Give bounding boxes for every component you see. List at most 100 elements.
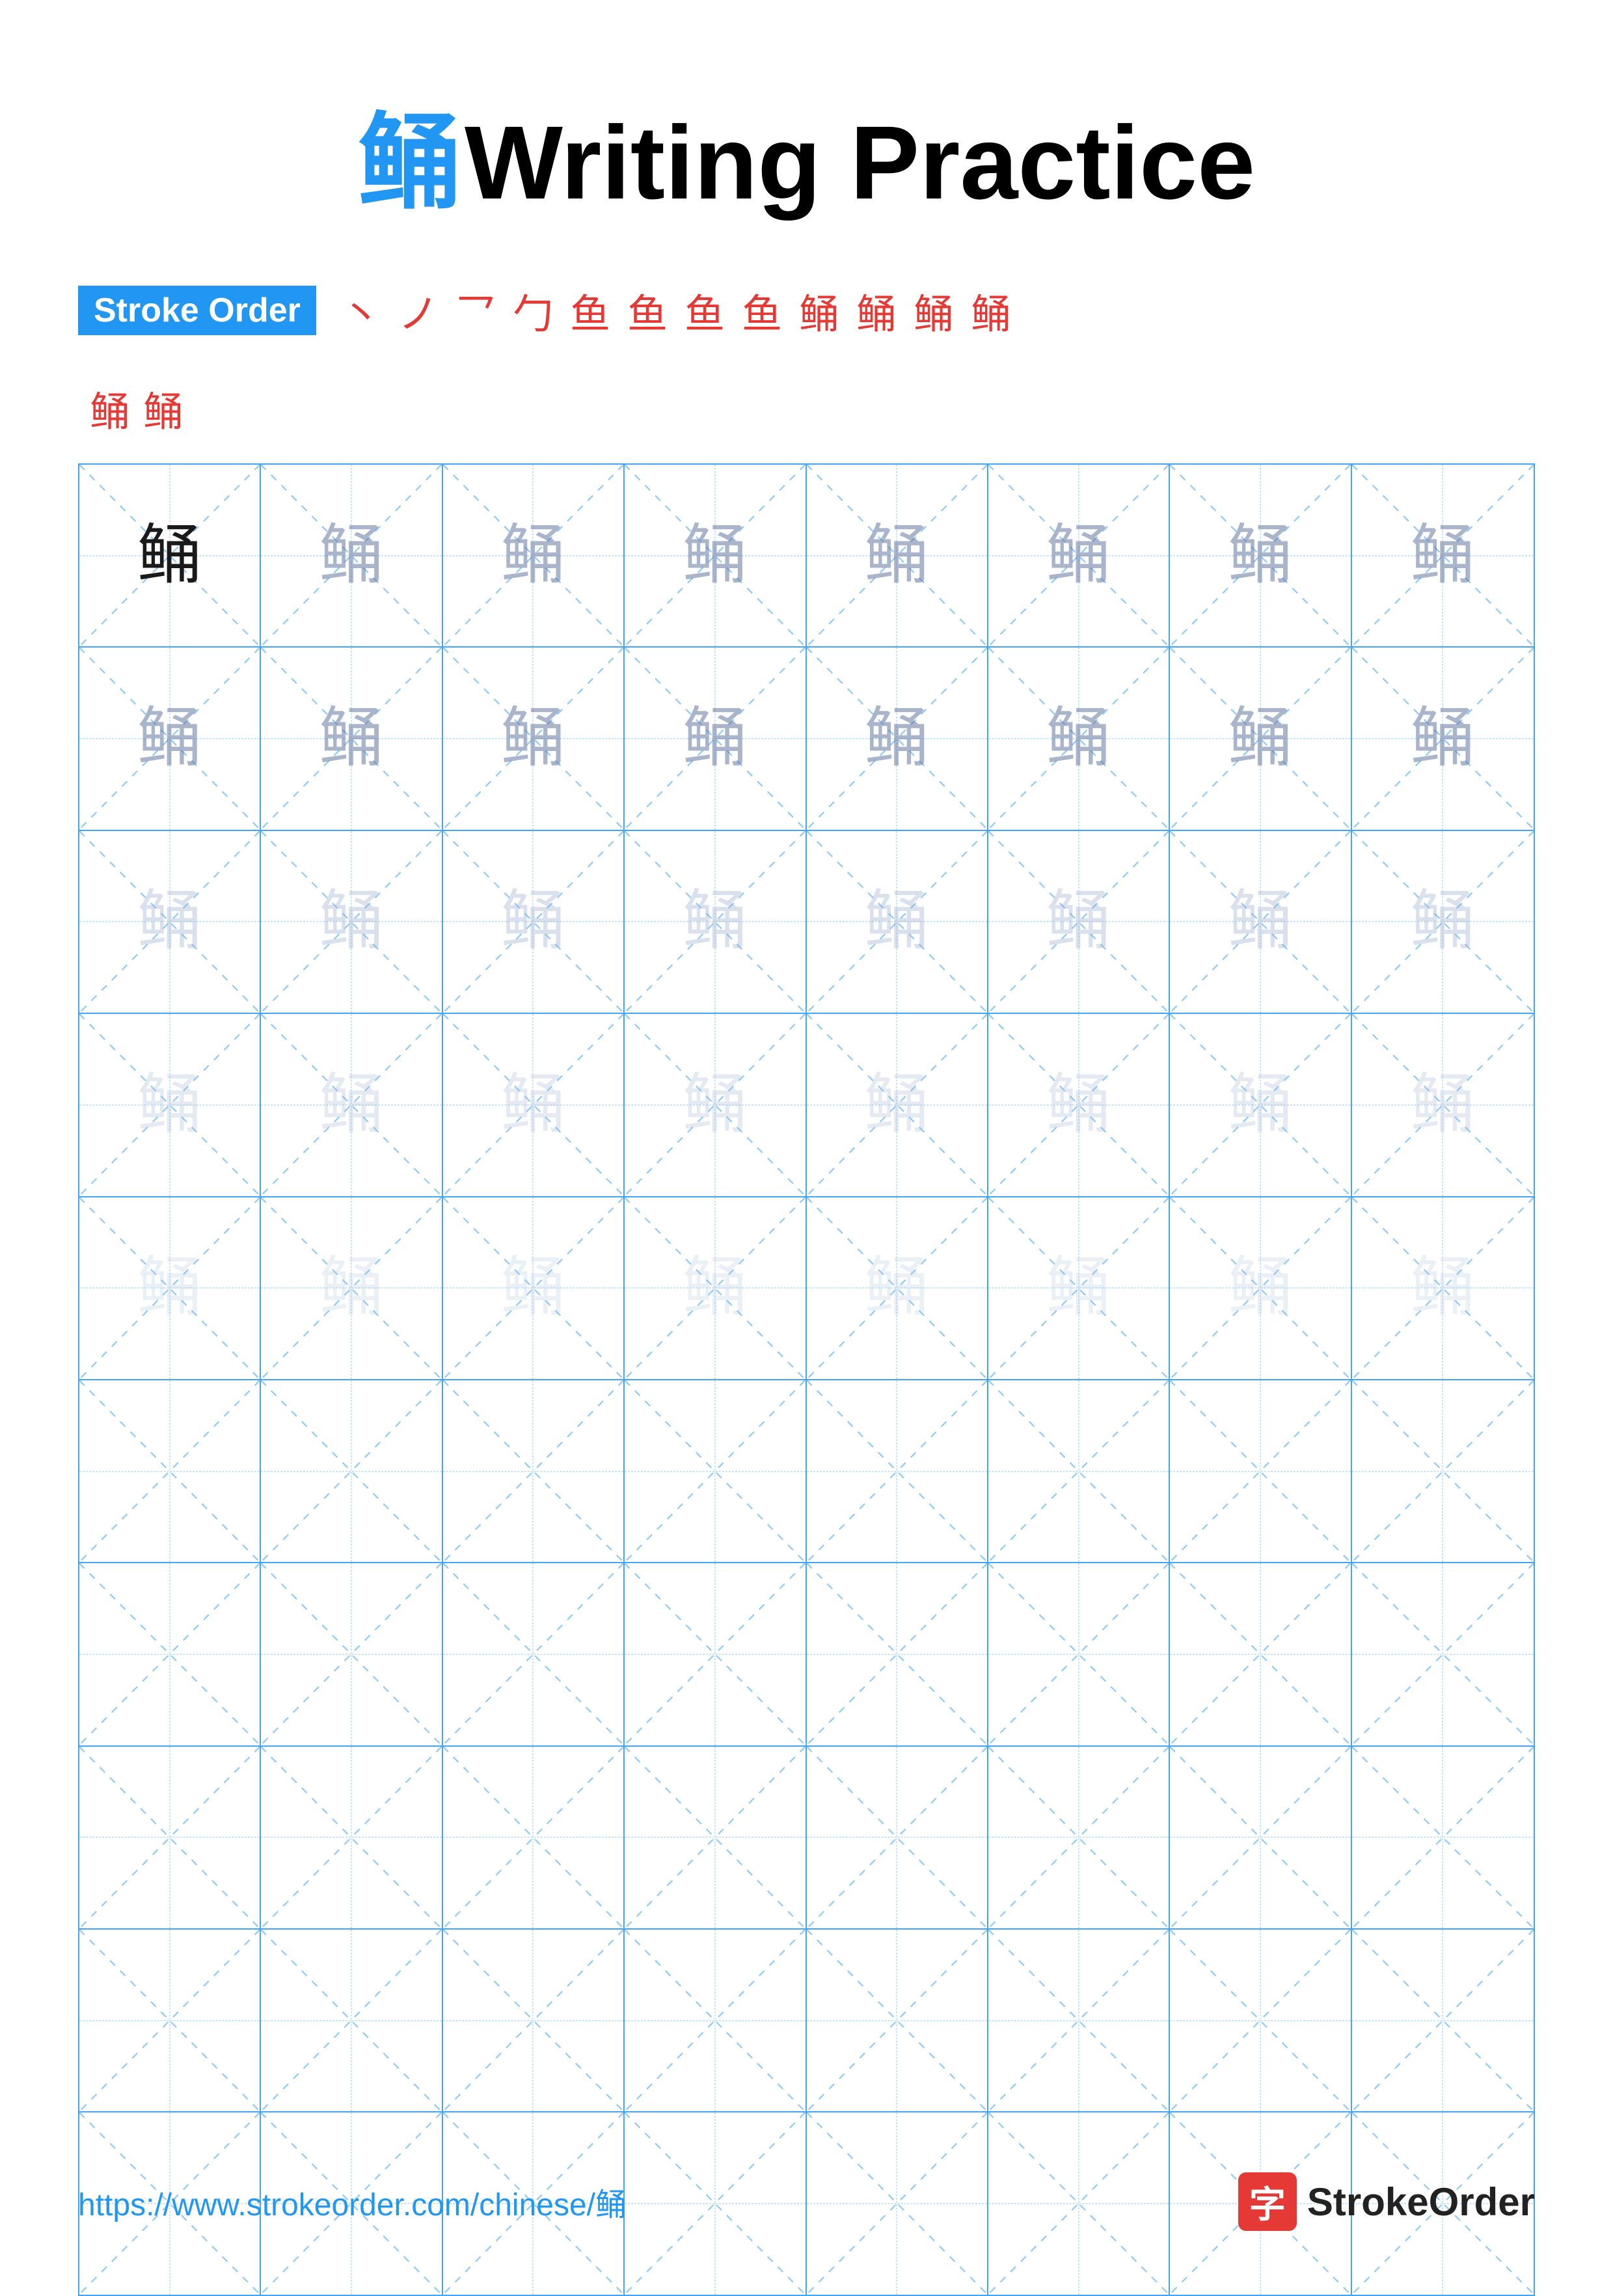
- practice-char-medium: 鲬: [1228, 523, 1293, 588]
- stroke-char-11: 鲬: [914, 281, 954, 340]
- practice-char-medium: 鲬: [683, 706, 748, 771]
- grid-cell-8-2: [261, 1747, 442, 1928]
- grid-cell-8-1: [79, 1747, 261, 1928]
- cell-diagonal-7-5: [807, 1563, 987, 1745]
- stroke-char-4: 勹: [513, 281, 553, 340]
- cell-diagonal-6-1: [79, 1380, 260, 1562]
- grid-cell-8-7: [1170, 1747, 1351, 1928]
- stroke-char-10: 鲬: [856, 281, 897, 340]
- cell-diagonal-6-6: [988, 1380, 1169, 1562]
- practice-char-medium: 鲬: [137, 706, 202, 771]
- grid-row-4: 鲬 鲬 鲬: [79, 1014, 1534, 1197]
- grid-cell-6-6: [988, 1380, 1170, 1562]
- grid-row-6: [79, 1380, 1534, 1563]
- footer-logo: 字 StrokeOrder: [1238, 2172, 1535, 2231]
- grid-cell-1-4: 鲬: [625, 465, 806, 646]
- cell-diagonal-7-8: [1352, 1563, 1534, 1745]
- practice-char-medium: 鲬: [1046, 706, 1111, 771]
- grid-cell-5-2: 鲬: [261, 1197, 442, 1379]
- grid-cell-4-2: 鲬: [261, 1014, 442, 1196]
- grid-cell-6-7: [1170, 1380, 1351, 1562]
- grid-cell-2-2: 鲬: [261, 648, 442, 829]
- practice-char-lighter: 鲬: [1046, 1073, 1111, 1138]
- practice-char-medium: 鲬: [1228, 706, 1293, 771]
- grid-cell-6-2: [261, 1380, 442, 1562]
- grid-cell-7-7: [1170, 1563, 1351, 1745]
- grid-row-7: [79, 1563, 1534, 1746]
- grid-cell-3-7: 鲬: [1170, 831, 1351, 1013]
- grid-cell-4-5: 鲬: [807, 1014, 988, 1196]
- cell-diagonal-9-1: [79, 1930, 260, 2111]
- footer-logo-text: StrokeOrder: [1307, 2180, 1535, 2224]
- grid-cell-2-1: 鲬: [79, 648, 261, 829]
- stroke-char-9: 鲬: [799, 281, 839, 340]
- stroke-char-7: 鱼: [685, 281, 725, 340]
- cell-diagonal-6-8: [1352, 1380, 1534, 1562]
- grid-cell-3-2: 鲬: [261, 831, 442, 1013]
- grid-cell-6-1: [79, 1380, 261, 1562]
- stroke-order-label: Stroke Order: [78, 286, 316, 335]
- grid-cell-5-1: 鲬: [79, 1197, 261, 1379]
- grid-cell-7-2: [261, 1563, 442, 1745]
- cell-diagonal-8-1: [79, 1747, 260, 1928]
- grid-cell-2-3: 鲬: [443, 648, 625, 829]
- grid-cell-3-1: 鲬: [79, 831, 261, 1013]
- grid-cell-1-2: 鲬: [261, 465, 442, 646]
- grid-cell-4-7: 鲬: [1170, 1014, 1351, 1196]
- practice-char-light: 鲬: [137, 889, 202, 954]
- cell-diagonal-7-4: [625, 1563, 805, 1745]
- practice-char-light: 鲬: [864, 889, 929, 954]
- grid-cell-6-3: [443, 1380, 625, 1562]
- grid-cell-1-3: 鲬: [443, 465, 625, 646]
- stroke-char-6: 鱼: [627, 281, 668, 340]
- practice-char-faint: 鲬: [1228, 1255, 1293, 1320]
- practice-char-lighter: 鲬: [1410, 1073, 1475, 1138]
- title-english: Writing Practice: [465, 104, 1255, 221]
- footer-logo-char: 字: [1249, 2176, 1286, 2228]
- stroke-char-12: 鲬: [971, 281, 1011, 340]
- practice-char-faint: 鲬: [864, 1255, 929, 1320]
- grid-cell-4-6: 鲬: [988, 1014, 1170, 1196]
- grid-cell-3-5: 鲬: [807, 831, 988, 1013]
- cell-diagonal-9-4: [625, 1930, 805, 2111]
- grid-cell-2-4: 鲬: [625, 648, 806, 829]
- grid-cell-9-6: [988, 1930, 1170, 2111]
- practice-char-medium: 鲬: [1410, 706, 1475, 771]
- grid-cell-6-4: [625, 1380, 806, 1562]
- grid-cell-8-3: [443, 1747, 625, 1928]
- grid-cell-9-1: [79, 1930, 261, 2111]
- grid-cell-2-8: 鲬: [1352, 648, 1534, 829]
- cell-diagonal-7-2: [261, 1563, 441, 1745]
- practice-char-lighter: 鲬: [137, 1073, 202, 1138]
- cell-diagonal-8-5: [807, 1747, 987, 1928]
- practice-char-lighter: 鲬: [864, 1073, 929, 1138]
- grid-cell-5-6: 鲬: [988, 1197, 1170, 1379]
- practice-char-light: 鲬: [1410, 889, 1475, 954]
- stroke-char-2: ノ: [398, 281, 439, 340]
- cell-diagonal-8-4: [625, 1747, 805, 1928]
- cell-diagonal-9-3: [443, 1930, 623, 2111]
- cell-diagonal-8-6: [988, 1747, 1169, 1928]
- grid-cell-1-7: 鲬: [1170, 465, 1351, 646]
- stroke-char-13: 鲬: [90, 390, 130, 435]
- grid-cell-2-7: 鲬: [1170, 648, 1351, 829]
- grid-cell-5-8: 鲬: [1352, 1197, 1534, 1379]
- practice-char-light: 鲬: [683, 889, 748, 954]
- grid-cell-2-5: 鲬: [807, 648, 988, 829]
- cell-diagonal-8-8: [1352, 1747, 1534, 1928]
- grid-cell-1-6: 鲬: [988, 465, 1170, 646]
- page: 鲬 Writing Practice Stroke Order 丶 ノ 乛 勹 …: [0, 0, 1613, 2283]
- practice-char-light: 鲬: [1046, 889, 1111, 954]
- grid-cell-6-5: [807, 1380, 988, 1562]
- cell-diagonal-9-7: [1170, 1930, 1350, 2111]
- cell-diagonal-7-1: [79, 1563, 260, 1745]
- footer-url: https://www.strokeorder.com/chinese/鲬: [78, 2179, 627, 2224]
- practice-char-dark: 鲬: [137, 523, 202, 588]
- cell-diagonal-7-7: [1170, 1563, 1350, 1745]
- practice-char-light: 鲬: [319, 889, 384, 954]
- practice-char-medium: 鲬: [500, 706, 565, 771]
- grid-row-8: [79, 1747, 1534, 1930]
- practice-char-faint: 鲬: [1046, 1255, 1111, 1320]
- cell-diagonal-8-2: [261, 1747, 441, 1928]
- grid-cell-9-3: [443, 1930, 625, 2111]
